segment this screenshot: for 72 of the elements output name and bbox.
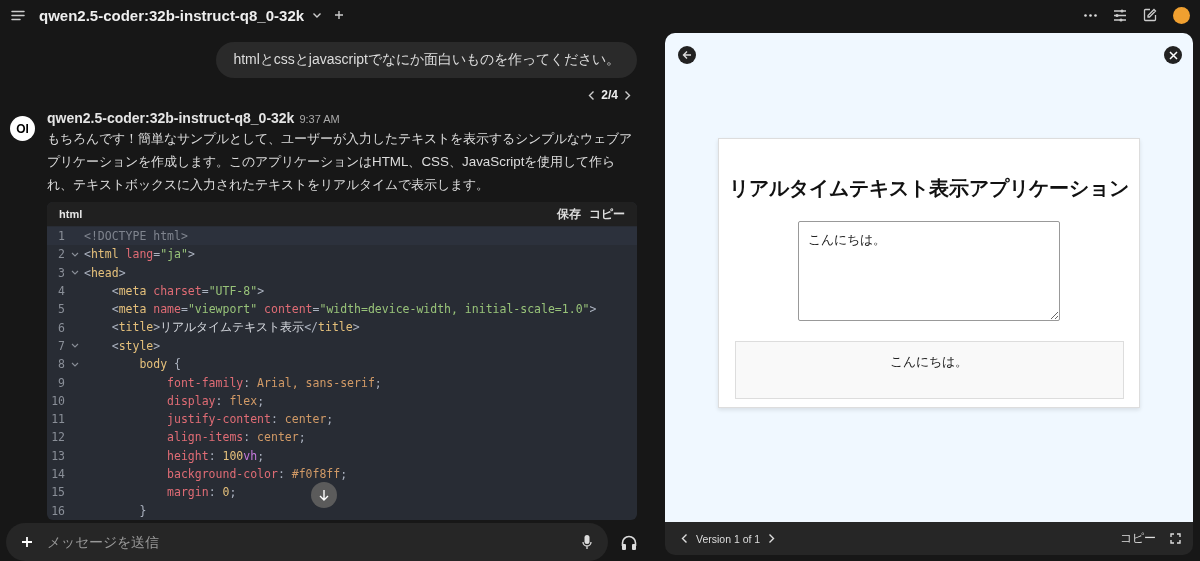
line-number: 3	[57, 265, 65, 280]
code-line: body {	[138, 357, 181, 372]
message-time: 9:37 AM	[299, 113, 340, 125]
sliders-icon[interactable]	[1113, 8, 1127, 22]
fold-chevron-icon[interactable]	[70, 270, 79, 276]
fold-chevron-icon[interactable]	[70, 251, 79, 257]
page-counter: 2/4	[601, 88, 618, 102]
expand-icon[interactable]	[1170, 533, 1181, 544]
code-action-button[interactable]: 保存	[555, 205, 583, 223]
version-label: Version 1 of 1	[696, 532, 761, 545]
line-number: 1	[57, 229, 65, 244]
preview-heading: リアルタイムテキスト表示アプリケーション	[729, 176, 1129, 201]
code-line: <style>	[110, 338, 161, 353]
code-line: font-family: Arial, sans-serif;	[166, 375, 382, 390]
chevron-right-icon[interactable]	[768, 533, 776, 544]
fold-chevron-icon[interactable]	[70, 361, 79, 367]
line-number: 16	[50, 503, 65, 518]
back-button[interactable]	[678, 46, 696, 64]
assistant-logo: OI	[10, 116, 35, 141]
code-line: margin: 0;	[166, 485, 237, 500]
code-line: <html lang="ja">	[84, 247, 195, 262]
output-display: こんにちは。	[734, 341, 1124, 399]
chevron-right-icon[interactable]	[624, 89, 631, 101]
copy-button[interactable]: コピー	[1120, 530, 1156, 547]
code-line: <!DOCTYPE html>	[84, 229, 188, 244]
scroll-down-button[interactable]	[311, 481, 337, 508]
line-number: 6	[57, 320, 65, 335]
assistant-message: もちろんです！簡単なサンプルとして、ユーザーが入力したテキストを表示するシンプルなウェブアプリケーションを作成します。このアプリケーションはHTML、CSS、JavaScriptを使用して作られ、テキストボックスに入力されたテキストをリアルタイムで表示します。	[47, 130, 633, 194]
assistant-name: qwen2.5-coder:32b-instruct-q8_0-32k	[47, 110, 295, 126]
line-number: 11	[50, 412, 65, 427]
line-number: 12	[50, 430, 65, 445]
code-line: background-color: #f0f8ff;	[166, 467, 348, 481]
fold-chevron-icon[interactable]	[70, 343, 79, 349]
edit-icon[interactable]	[1143, 8, 1157, 22]
close-icon[interactable]	[1168, 50, 1178, 60]
code-language: html	[59, 208, 83, 220]
line-number: 10	[50, 393, 65, 408]
chevron-left-icon[interactable]	[588, 89, 596, 101]
line-number: 5	[57, 302, 65, 317]
code-line: <title>リアルタイムテキスト表示</title>	[110, 320, 360, 336]
code-line: display: flex;	[166, 393, 265, 408]
code-line: <head>	[84, 265, 126, 280]
code-line: <meta charset="UTF-8">	[110, 284, 265, 299]
code-action-button[interactable]: コピー	[587, 205, 627, 223]
line-number: 15	[50, 485, 65, 500]
arrow-down-icon[interactable]	[319, 488, 329, 501]
line-number: 14	[50, 467, 65, 481]
code-line: }	[138, 503, 147, 518]
code-line: align-items: center;	[166, 430, 306, 445]
line-number: 13	[50, 448, 65, 463]
line-number: 7	[57, 338, 65, 353]
text-input-area[interactable]: こんにちは。	[798, 221, 1060, 321]
menu-icon[interactable]	[11, 9, 25, 21]
line-number: 4	[57, 284, 65, 299]
headphones-icon[interactable]	[621, 534, 637, 550]
user-message: htmlとcssとjavascriptでなにか面白いものを作ってください。	[216, 42, 637, 78]
line-number: 2	[57, 247, 65, 262]
arrow-left-icon[interactable]	[682, 50, 692, 60]
model-selector[interactable]: qwen2.5-coder:32b-instruct-q8_0-32k	[39, 6, 305, 24]
chevron-left-icon[interactable]	[681, 533, 688, 544]
code-line: justify-content: center;	[166, 412, 334, 427]
code-line: <meta name="viewport" content="width=device-width, initial-scale=1.0">	[110, 302, 597, 317]
line-number: 8	[57, 357, 65, 372]
plus-icon[interactable]	[334, 10, 345, 20]
message-field[interactable]: メッセージを送信	[6, 523, 608, 561]
line-number: 9	[57, 375, 65, 390]
close-button[interactable]	[1164, 46, 1182, 64]
chevron-down-icon[interactable]	[312, 11, 323, 19]
microphone-icon[interactable]	[582, 534, 592, 550]
user-avatar[interactable]	[1173, 6, 1190, 24]
more-icon[interactable]	[1084, 13, 1097, 17]
code-line: height: 100vh;	[166, 448, 265, 463]
